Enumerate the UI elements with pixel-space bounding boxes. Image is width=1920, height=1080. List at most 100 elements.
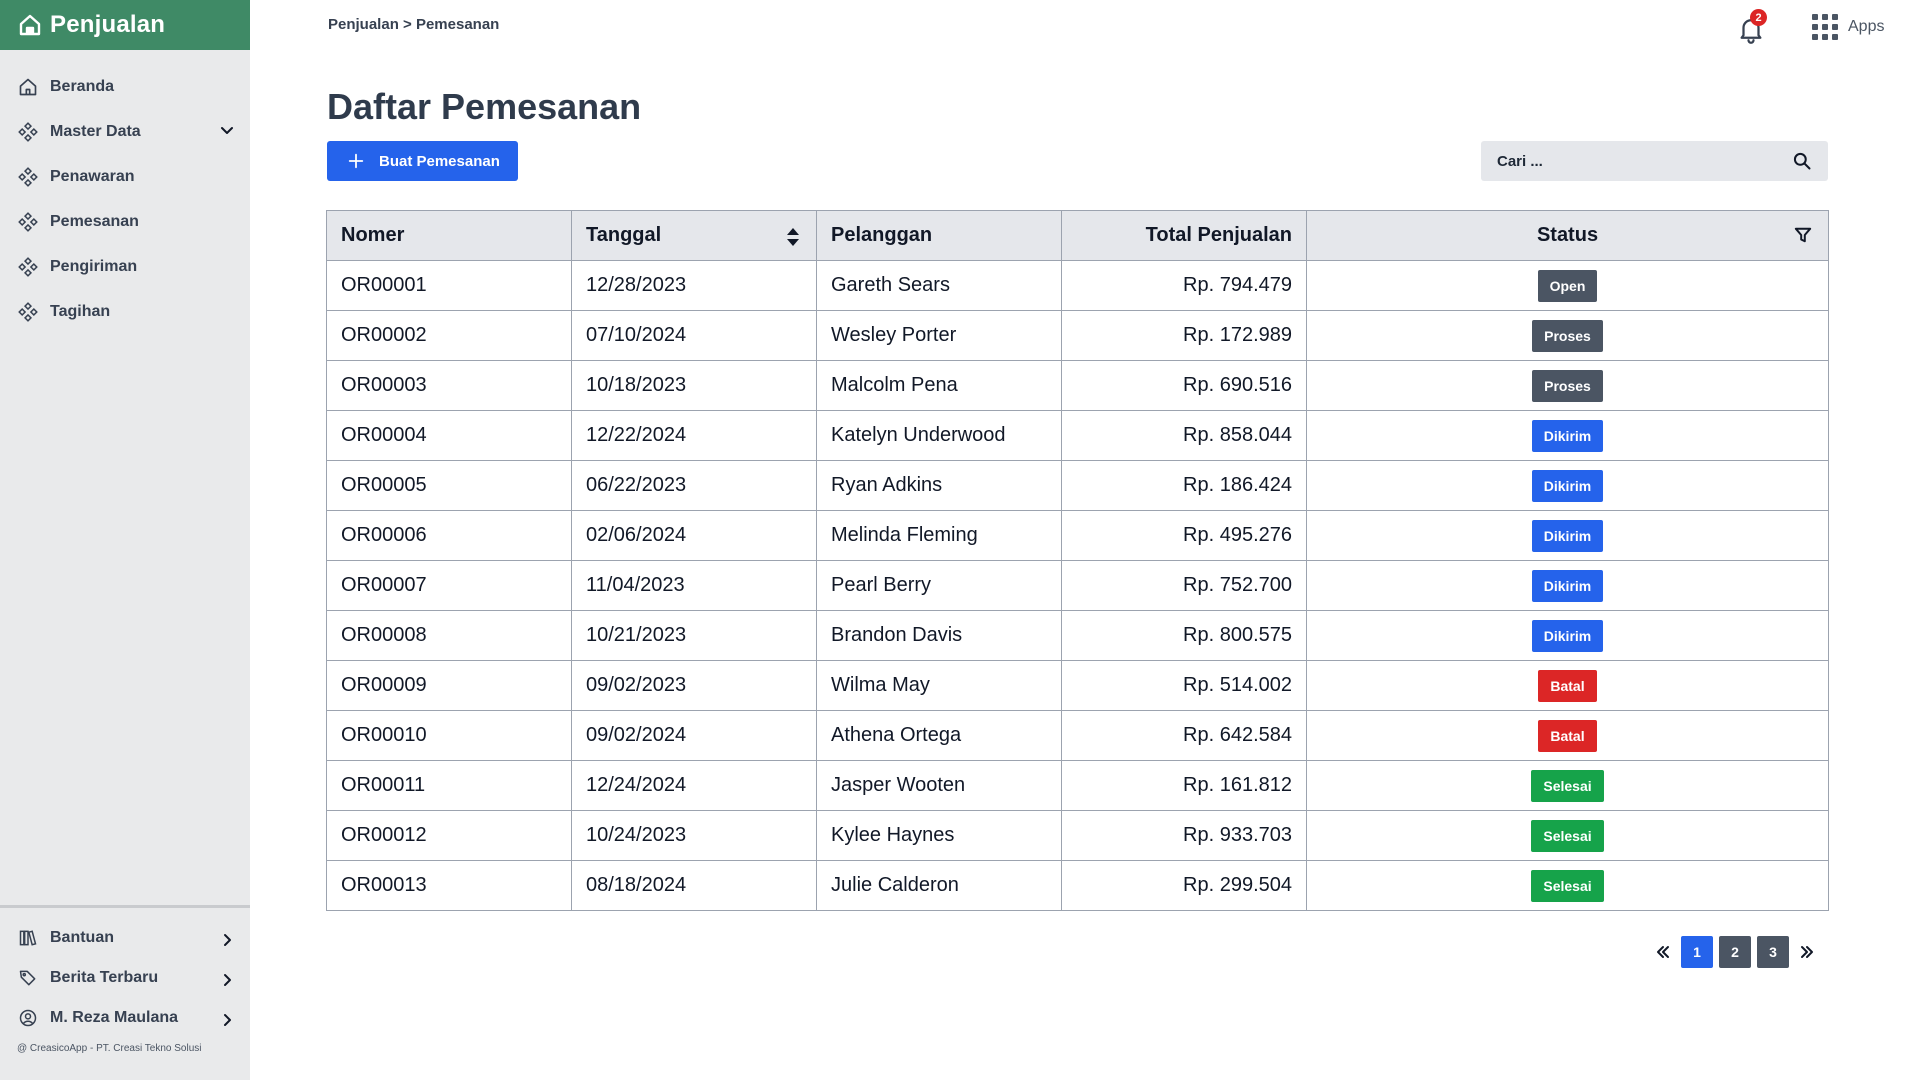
cell-pelanggan: Ryan Adkins bbox=[816, 460, 1062, 511]
status-badge: Selesai bbox=[1531, 819, 1604, 852]
pagination-page-2[interactable]: 2 bbox=[1719, 936, 1751, 968]
sidebar-item-label: Penawaran bbox=[50, 167, 135, 185]
table-row[interactable]: OR00007 11/04/2023 Pearl Berry Rp. 752.700 D… bbox=[326, 560, 1829, 611]
chevron-right-icon[interactable] bbox=[218, 971, 236, 989]
copyright-text: @ CreasicoApp - PT. Creasi Tekno Solusi bbox=[17, 1043, 202, 1054]
sidebar-item-pengiriman[interactable]: Pengiriman bbox=[0, 244, 250, 289]
breadcrumb[interactable]: Penjualan > Pemesanan bbox=[328, 16, 499, 33]
sidebar-item-berita-terbaru[interactable]: Berita Terbaru bbox=[0, 958, 250, 998]
table-row[interactable]: OR00005 06/22/2023 Ryan Adkins Rp. 186.424 D… bbox=[326, 460, 1829, 511]
table-row[interactable]: OR00004 12/22/2024 Katelyn Underwood Rp. 85… bbox=[326, 410, 1829, 461]
cell-nomer: OR00008 bbox=[326, 610, 572, 661]
sidebar-item-label: Bantuan bbox=[50, 929, 114, 946]
column-header-status[interactable]: Status bbox=[1306, 210, 1829, 261]
table-row[interactable]: OR00011 12/24/2024 Jasper Wooten Rp. 161.81… bbox=[326, 760, 1829, 811]
search-input[interactable] bbox=[1497, 152, 1792, 170]
cell-status: Selesai bbox=[1306, 760, 1829, 811]
table-row[interactable]: OR00013 08/18/2024 Julie Calderon Rp. 299.5… bbox=[326, 860, 1829, 911]
cell-tanggal: 11/04/2023 bbox=[571, 560, 817, 611]
table-row[interactable]: OR00012 10/24/2023 Kylee Haynes Rp. 933.703… bbox=[326, 810, 1829, 861]
status-badge: Batal bbox=[1538, 669, 1597, 702]
diamond-dots-icon bbox=[18, 166, 38, 187]
chevron-down-icon[interactable] bbox=[218, 122, 236, 140]
table-row[interactable]: OR00010 09/02/2024 Athena Ortega Rp. 642.58… bbox=[326, 710, 1829, 761]
cell-tanggal: 12/22/2024 bbox=[571, 410, 817, 461]
diamond-dots-icon bbox=[18, 121, 38, 142]
sidebar-item-pemesanan[interactable]: Pemesanan bbox=[0, 199, 250, 244]
cell-status: Proses bbox=[1306, 360, 1829, 411]
cell-total: Rp. 933.703 bbox=[1061, 810, 1307, 861]
apps-grid-icon bbox=[1812, 14, 1838, 40]
status-badge: Dikirim bbox=[1531, 619, 1604, 652]
cell-tanggal: 12/24/2024 bbox=[571, 760, 817, 811]
cell-nomer: OR00005 bbox=[326, 460, 572, 511]
cell-nomer: OR00012 bbox=[326, 810, 572, 861]
table-row[interactable]: OR00001 12/28/2023 Gareth Sears Rp. 794.479… bbox=[326, 260, 1829, 311]
status-badge: Proses bbox=[1532, 319, 1603, 352]
pagination-last-icon[interactable] bbox=[1792, 937, 1822, 967]
create-order-button[interactable]: Buat Pemesanan bbox=[327, 141, 518, 181]
table-body: OR00001 12/28/2023 Gareth Sears Rp. 794.479… bbox=[326, 260, 1829, 911]
filter-icon[interactable] bbox=[1794, 226, 1812, 244]
sidebar-item-label: Master Data bbox=[50, 122, 141, 140]
cell-status: Batal bbox=[1306, 710, 1829, 761]
sidebar-item-label: Pemesanan bbox=[50, 212, 139, 230]
sidebar-item-label: Tagihan bbox=[50, 302, 111, 320]
cell-tanggal: 12/28/2023 bbox=[571, 260, 817, 311]
cell-total: Rp. 514.002 bbox=[1061, 660, 1307, 711]
cell-nomer: OR00004 bbox=[326, 410, 572, 461]
table-row[interactable]: OR00003 10/18/2023 Malcolm Pena Rp. 690.516… bbox=[326, 360, 1829, 411]
cell-status: Selesai bbox=[1306, 810, 1829, 861]
cell-tanggal: 02/06/2024 bbox=[571, 510, 817, 561]
notification-badge: 2 bbox=[1750, 9, 1767, 26]
cell-nomer: OR00002 bbox=[326, 310, 572, 361]
column-header-tanggal[interactable]: Tanggal bbox=[571, 210, 817, 261]
cell-tanggal: 10/21/2023 bbox=[571, 610, 817, 661]
cell-total: Rp. 186.424 bbox=[1061, 460, 1307, 511]
chevron-right-icon[interactable] bbox=[218, 1011, 236, 1029]
search-icon[interactable] bbox=[1792, 151, 1812, 171]
cell-total: Rp. 800.575 bbox=[1061, 610, 1307, 661]
cell-nomer: OR00010 bbox=[326, 710, 572, 761]
status-badge: Selesai bbox=[1531, 769, 1604, 802]
cell-nomer: OR00006 bbox=[326, 510, 572, 561]
sidebar-item-bantuan[interactable]: Bantuan bbox=[0, 918, 250, 958]
table-row[interactable]: OR00006 02/06/2024 Melinda Fleming Rp. 495.… bbox=[326, 510, 1829, 561]
apps-label: Apps bbox=[1848, 18, 1885, 35]
table-row[interactable]: OR00008 10/21/2023 Brandon Davis Rp. 800.57… bbox=[326, 610, 1829, 661]
table-row[interactable]: OR00009 09/02/2023 Wilma May Rp. 514.002 Bat… bbox=[326, 660, 1829, 711]
cell-pelanggan: Katelyn Underwood bbox=[816, 410, 1062, 461]
column-header-pelanggan: Pelanggan bbox=[816, 210, 1062, 261]
cell-total: Rp. 858.044 bbox=[1061, 410, 1307, 461]
cell-pelanggan: Melinda Fleming bbox=[816, 510, 1062, 561]
plus-icon bbox=[348, 153, 364, 169]
sidebar-item-tagihan[interactable]: Tagihan bbox=[0, 289, 250, 334]
cell-tanggal: 10/24/2023 bbox=[571, 810, 817, 861]
status-badge: Batal bbox=[1538, 719, 1597, 752]
user-circle-icon bbox=[18, 1008, 38, 1028]
chevron-right-icon[interactable] bbox=[218, 931, 236, 949]
sort-icon[interactable] bbox=[786, 227, 800, 247]
sidebar-item-penawaran[interactable]: Penawaran bbox=[0, 154, 250, 199]
sidebar-item-master-data[interactable]: Master Data bbox=[0, 109, 250, 154]
apps-button[interactable]: Apps bbox=[1812, 14, 1884, 40]
cell-tanggal: 09/02/2024 bbox=[571, 710, 817, 761]
pagination-first-icon[interactable] bbox=[1648, 937, 1678, 967]
cell-status: Dikirim bbox=[1306, 560, 1829, 611]
column-header-nomer: Nomer bbox=[326, 210, 572, 261]
table-row[interactable]: OR00002 07/10/2024 Wesley Porter Rp. 172.98… bbox=[326, 310, 1829, 361]
pagination-page-1[interactable]: 1 bbox=[1681, 936, 1713, 968]
pagination-page-3[interactable]: 3 bbox=[1757, 936, 1789, 968]
sidebar-item-beranda[interactable]: Beranda bbox=[0, 64, 250, 109]
sidebar: Penjualan Beranda Master Data Penawaran Pem… bbox=[0, 0, 250, 1080]
cell-total: Rp. 299.504 bbox=[1061, 860, 1307, 911]
cell-total: Rp. 161.812 bbox=[1061, 760, 1307, 811]
sidebar-item-m-reza-maulana[interactable]: M. Reza Maulana bbox=[0, 998, 250, 1038]
app-brand[interactable]: Penjualan bbox=[0, 0, 250, 50]
diamond-dots-icon bbox=[18, 211, 38, 232]
pagination: 123 bbox=[1648, 936, 1822, 968]
cell-status: Dikirim bbox=[1306, 460, 1829, 511]
cell-total: Rp. 172.989 bbox=[1061, 310, 1307, 361]
cell-nomer: OR00013 bbox=[326, 860, 572, 911]
cell-total: Rp. 642.584 bbox=[1061, 710, 1307, 761]
